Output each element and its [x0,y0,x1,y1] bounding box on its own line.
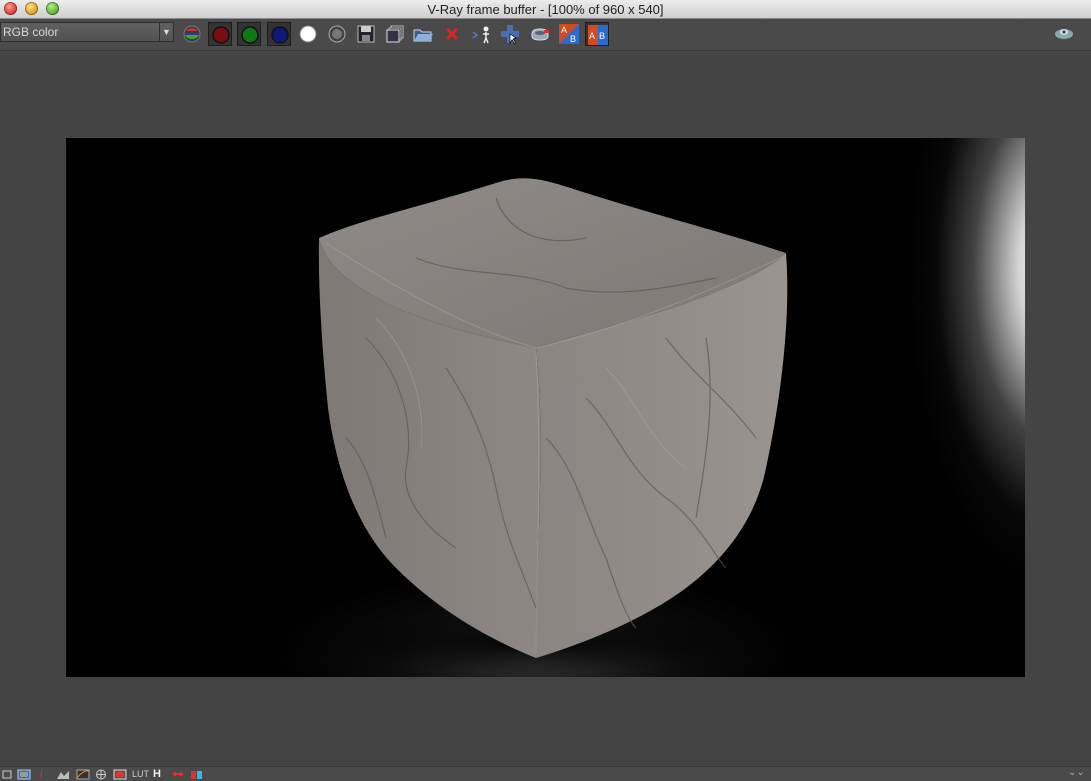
bottom-bar: i LUT H ⌄⌄ [0,766,1091,781]
srgb-icon[interactable] [113,769,127,780]
levels-icon[interactable] [56,769,70,780]
compare-ab-horizontal-button[interactable]: AB [557,22,581,46]
show-corrections-icon[interactable] [2,769,12,780]
histogram-icon[interactable]: H [153,769,161,780]
channel-select-value: RGB color [3,25,59,39]
save-image-icon [357,25,375,43]
blue-channel-icon [271,26,289,44]
follow-mouse-icon [501,25,519,45]
toolbar: RGB color ▼ A B A B [0,19,1091,51]
svg-text:B: B [599,31,605,41]
render-icon [531,28,549,41]
save-image-button[interactable] [354,22,378,46]
render-preview-icon[interactable] [1054,26,1074,40]
lut-icon[interactable]: LUT [132,769,149,780]
svg-text:A: A [589,31,595,41]
chevron-down-icon[interactable]: ⌄⌄ [1068,767,1085,778]
history-icon[interactable] [171,769,185,780]
svg-text:A: A [561,25,567,35]
compare-ab-horizontal-icon: AB [559,24,579,44]
display-rgb-icon [183,25,201,43]
clear-image-button[interactable] [440,22,464,46]
exposure-icon[interactable] [95,769,107,780]
channel-select[interactable]: RGB color ▼ [0,22,174,42]
red-channel-button[interactable] [208,22,232,46]
monochrome-icon [328,25,346,43]
save-all-button[interactable] [383,22,407,46]
pixel-info-icon[interactable]: i [40,769,42,780]
open-image-button[interactable] [411,22,435,46]
green-channel-icon [241,26,259,44]
title-bar: V-Ray frame buffer - [100% of 960 x 540] [0,0,1091,19]
render-image[interactable] [66,138,1025,677]
blue-channel-button[interactable] [267,22,291,46]
alpha-channel-icon [299,25,317,43]
red-channel-icon [212,26,230,44]
render-button[interactable] [528,22,552,46]
green-channel-button[interactable] [237,22,261,46]
display-rgb-button[interactable] [180,22,204,46]
track-mouse-button[interactable] [469,22,493,46]
follow-mouse-button[interactable] [498,22,522,46]
curve-icon[interactable] [76,769,90,780]
svg-text:B: B [570,34,576,44]
track-mouse-icon [472,26,489,44]
color-clamp-icon[interactable] [17,769,31,780]
save-all-icon [386,25,404,43]
clear-image-icon [445,27,459,41]
compare-ab-vertical-icon: AB [588,25,608,45]
window-title: V-Ray frame buffer - [100% of 960 x 540] [427,2,664,17]
monochrome-button[interactable] [325,22,349,46]
compare-ab-vertical-button[interactable]: AB [585,22,609,46]
open-image-icon [413,29,433,42]
chevron-down-icon: ▼ [159,23,173,41]
stone-cube-render [306,178,788,673]
stereo-icon[interactable] [190,769,204,780]
alpha-channel-button[interactable] [296,22,320,46]
